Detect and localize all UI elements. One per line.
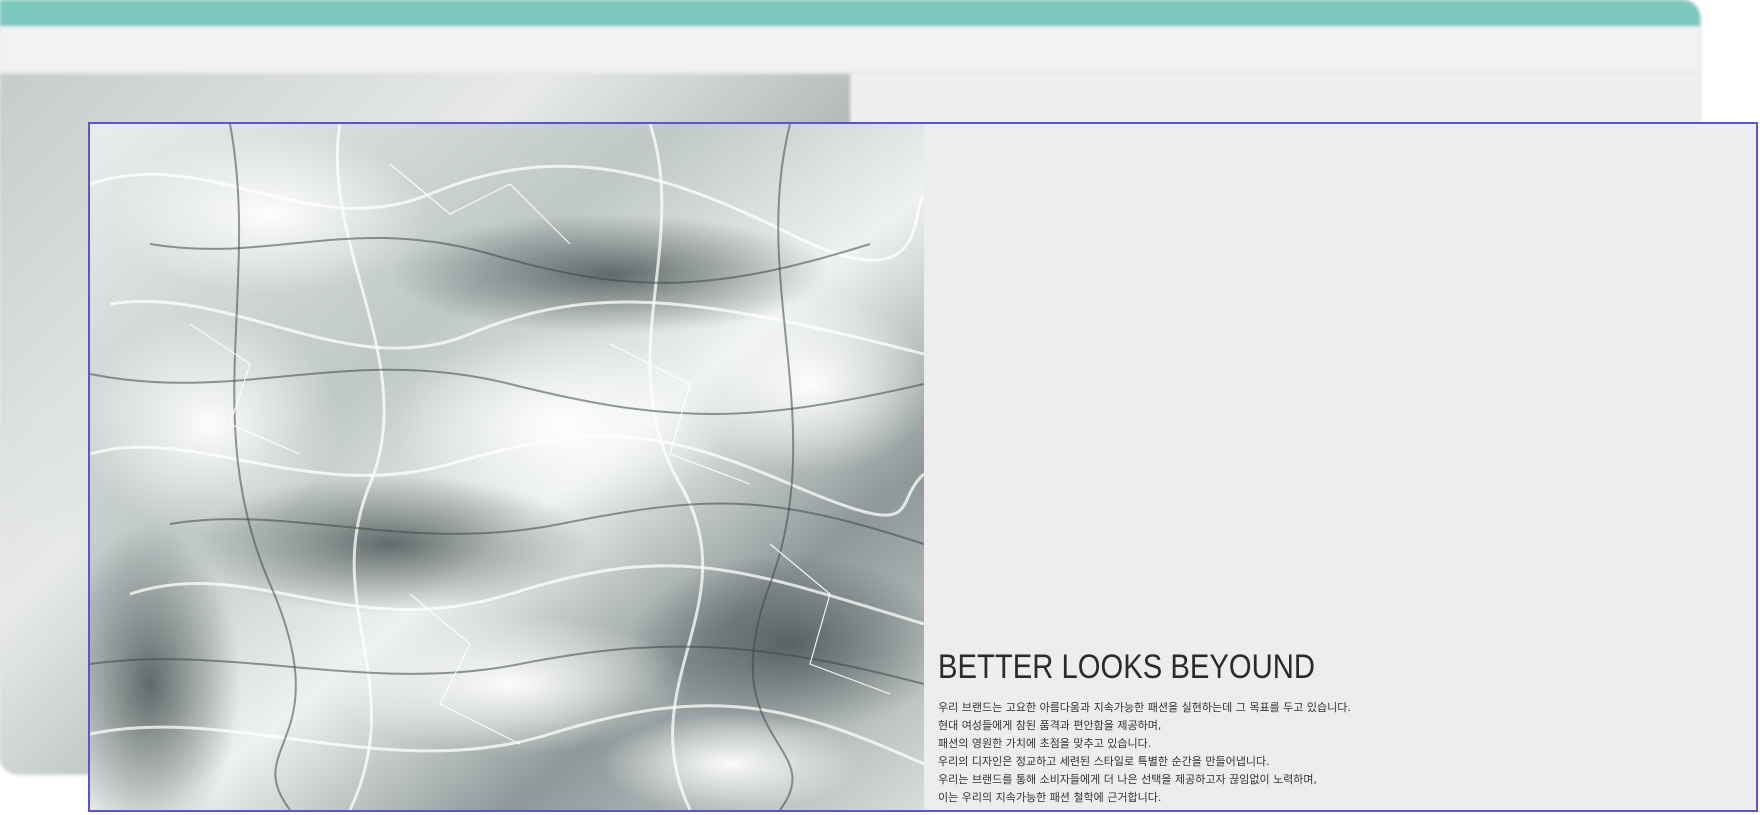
background-nav bbox=[0, 26, 1700, 73]
promo-bar bbox=[0, 0, 1700, 26]
description-line: 우리 브랜드는 고요한 아름다움과 지속가능한 패션을 실현하는데 그 목표를 … bbox=[938, 701, 1351, 714]
description-line: 이는 우리의 지속가능한 패션 철학에 근거합니다. bbox=[938, 791, 1162, 804]
description-line: 우리의 디자인은 정교하고 세련된 스타일로 특별한 순간을 만들어냅니다. bbox=[938, 755, 1270, 768]
hero-panel: BETTER LOOKS BEYOUND 우리 브랜드는 고요한 아름다움과 지… bbox=[88, 122, 1758, 812]
hero-description: 우리 브랜드는 고요한 아름다움과 지속가능한 패션을 실현하는데 그 목표를 … bbox=[938, 699, 1718, 807]
description-line: 우리는 브랜드를 통해 소비자들에게 더 나은 선택을 제공하고자 끊임없이 노… bbox=[938, 773, 1318, 786]
description-line: 현대 여성들에게 참된 품격과 편안함을 제공하며, bbox=[938, 719, 1162, 732]
ice-photo-icon bbox=[90, 124, 924, 810]
description-line: 패션의 영원한 가치에 초점을 맞추고 있습니다. bbox=[938, 737, 1152, 750]
ice-texture bbox=[90, 124, 924, 810]
hero-content: BETTER LOOKS BEYOUND 우리 브랜드는 고요한 아름다움과 지… bbox=[938, 648, 1718, 807]
hero-headline: BETTER LOOKS BEYOUND bbox=[938, 648, 1315, 686]
